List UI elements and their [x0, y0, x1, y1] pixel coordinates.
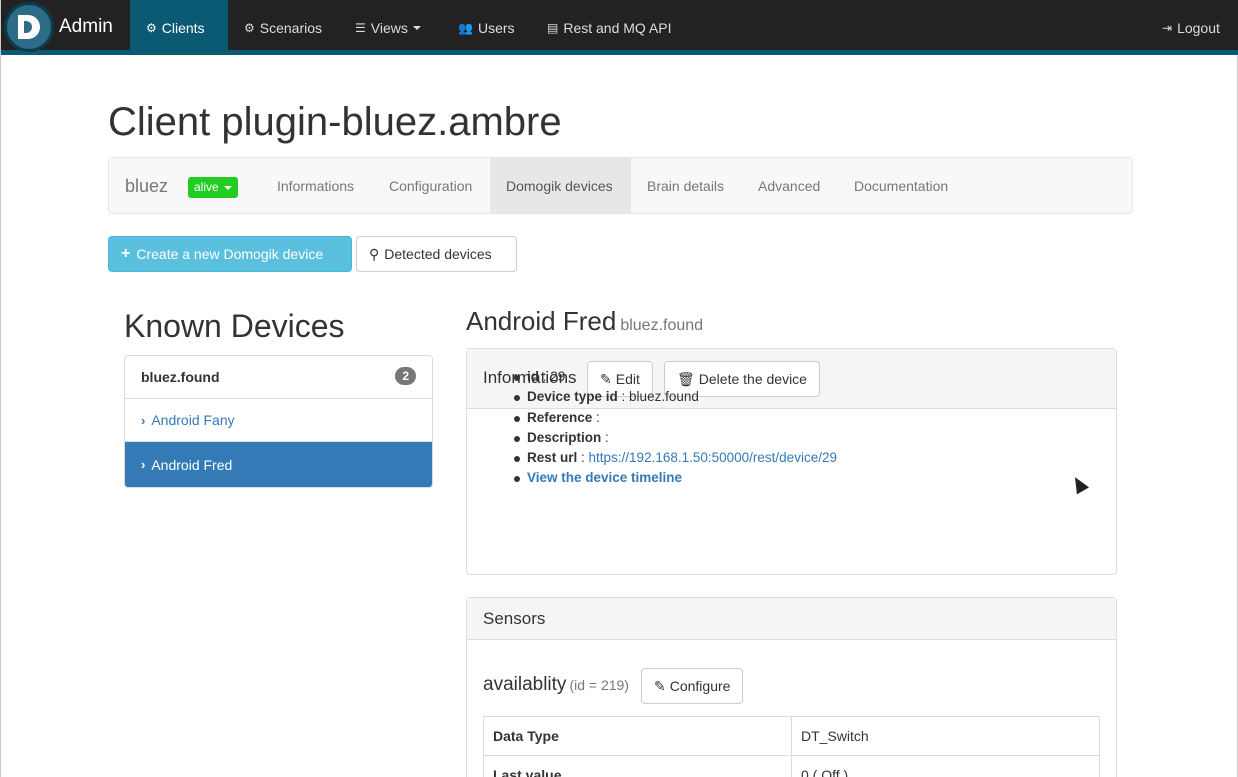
info-reference: Reference : — [514, 408, 837, 428]
sensor-id: (id = 219) — [569, 677, 629, 693]
status-badge[interactable]: alive — [188, 177, 238, 198]
page-title: Client plugin-bluez.ambre — [108, 100, 562, 144]
detected-devices-label: Detected devices — [384, 246, 492, 262]
tab-documentation[interactable]: Documentation — [838, 158, 964, 213]
info-description: Description : — [514, 428, 837, 448]
list-item-label: Android Fany — [151, 412, 235, 428]
pencil-icon: ✎ — [654, 677, 666, 694]
sensors-panel-header: Sensors — [467, 598, 1116, 640]
tab-advanced[interactable]: Advanced — [742, 158, 836, 213]
nav-views[interactable]: ☰ Views — [339, 0, 437, 55]
chevron-right-icon: › — [141, 457, 146, 472]
nav-users[interactable]: 👥 Users — [442, 0, 531, 55]
nav-api[interactable]: ▤ Rest and MQ API — [531, 0, 688, 55]
count-badge: 2 — [395, 367, 416, 385]
logout-icon: ⇥ — [1162, 20, 1173, 35]
sensor-table: Data Type DT_Switch Last value 0 ( Off ) — [483, 716, 1100, 777]
timeline-link[interactable]: View the device timeline — [527, 470, 682, 485]
list-icon: ☰ — [355, 20, 366, 35]
nav-logout-label: Logout — [1177, 19, 1220, 36]
device-info-list: id : 29 Device type id : bluez.found Ref… — [514, 367, 837, 489]
configure-button[interactable]: ✎ Configure — [641, 668, 744, 704]
detected-devices-button[interactable]: ⚲ Detected devices — [356, 236, 517, 272]
brand-text: Admin — [59, 16, 113, 37]
nav-clients[interactable]: ⚙ Clients — [130, 0, 228, 55]
nav-api-label: Rest and MQ API — [563, 19, 672, 36]
list-item-label: Android Fred — [151, 456, 233, 473]
known-devices-title: Known Devices — [124, 308, 345, 344]
device-type: bluez.found — [620, 317, 704, 334]
table-row: Data Type DT_Switch — [483, 716, 1100, 756]
create-device-button[interactable]: + Create a new Domogik device — [108, 236, 352, 272]
list-item-android-fany[interactable]: › Android Fany — [125, 399, 432, 442]
tab-informations[interactable]: Informations — [261, 158, 370, 213]
caret-down-icon — [412, 25, 421, 30]
device-name: Android Fred — [466, 306, 617, 336]
list-group-header: bluez.found 2 — [125, 356, 432, 399]
sensors-panel-title: Sensors — [483, 609, 546, 628]
users-icon: 👥 — [458, 20, 473, 35]
sensor-name: availablity — [483, 674, 567, 695]
configure-label: Configure — [669, 678, 731, 694]
device-list: bluez.found 2 › Android Fany › Android Fre… — [124, 355, 433, 488]
sensors-panel: Sensors availablity (id = 219) ✎ Configure… — [466, 597, 1117, 777]
tab-brain-details[interactable]: Brain details — [631, 158, 740, 213]
nav-scenarios-label: Scenarios — [259, 19, 323, 36]
gear-icon: ⚙ — [244, 20, 255, 35]
cogs-icon: ⚙ — [146, 20, 157, 35]
chevron-right-icon: › — [141, 412, 146, 428]
table-row: Last value 0 ( Off ) — [483, 755, 1100, 777]
rest-url-link[interactable]: https://192.168.1.50:50000/rest/device/2… — [589, 450, 837, 465]
device-title: Android Fred bluez.found — [466, 306, 703, 337]
info-rest-url: Rest url : https://192.168.1.50:50000/re… — [514, 448, 837, 468]
nav-clients-label: Clients — [161, 19, 205, 36]
search-icon: ⚲ — [369, 245, 380, 262]
create-device-label: Create a new Domogik device — [136, 246, 324, 262]
info-panel: Informations ✎ Edit 🗑 Delete the device id… — [466, 348, 1117, 575]
nav-users-label: Users — [477, 19, 515, 36]
brand[interactable]: Admin — [1, 0, 130, 55]
nav-scenarios[interactable]: ⚙ Scenarios — [228, 0, 338, 55]
plus-icon: + — [121, 245, 131, 262]
group-name: bluez.found — [141, 369, 220, 385]
list-item-android-fred[interactable]: › Android Fred — [125, 442, 432, 487]
tab-configuration[interactable]: Configuration — [373, 158, 488, 213]
info-id: id : 29 — [514, 367, 837, 387]
top-navbar: Admin ⚙ Clients ⚙ Scenarios ☰ Views 👥 Users … — [1, 0, 1238, 55]
nav-views-label: Views — [370, 19, 408, 36]
client-name: bluez — [125, 176, 169, 196]
sensor-title: availablity (id = 219) — [483, 674, 629, 696]
status-label: alive — [194, 180, 219, 194]
book-icon: ▤ — [547, 20, 559, 35]
info-device-type: Device type id : bluez.found — [514, 387, 837, 407]
info-timeline: View the device timeline — [514, 468, 837, 488]
tab-domogik-devices[interactable]: Domogik devices — [490, 158, 631, 213]
caret-down-icon — [223, 185, 232, 190]
domogik-logo-icon — [4, 2, 54, 52]
nav-logout[interactable]: ⇥ Logout — [1146, 0, 1236, 55]
client-subnav: bluez alive Informations Configuration D… — [108, 157, 1133, 214]
